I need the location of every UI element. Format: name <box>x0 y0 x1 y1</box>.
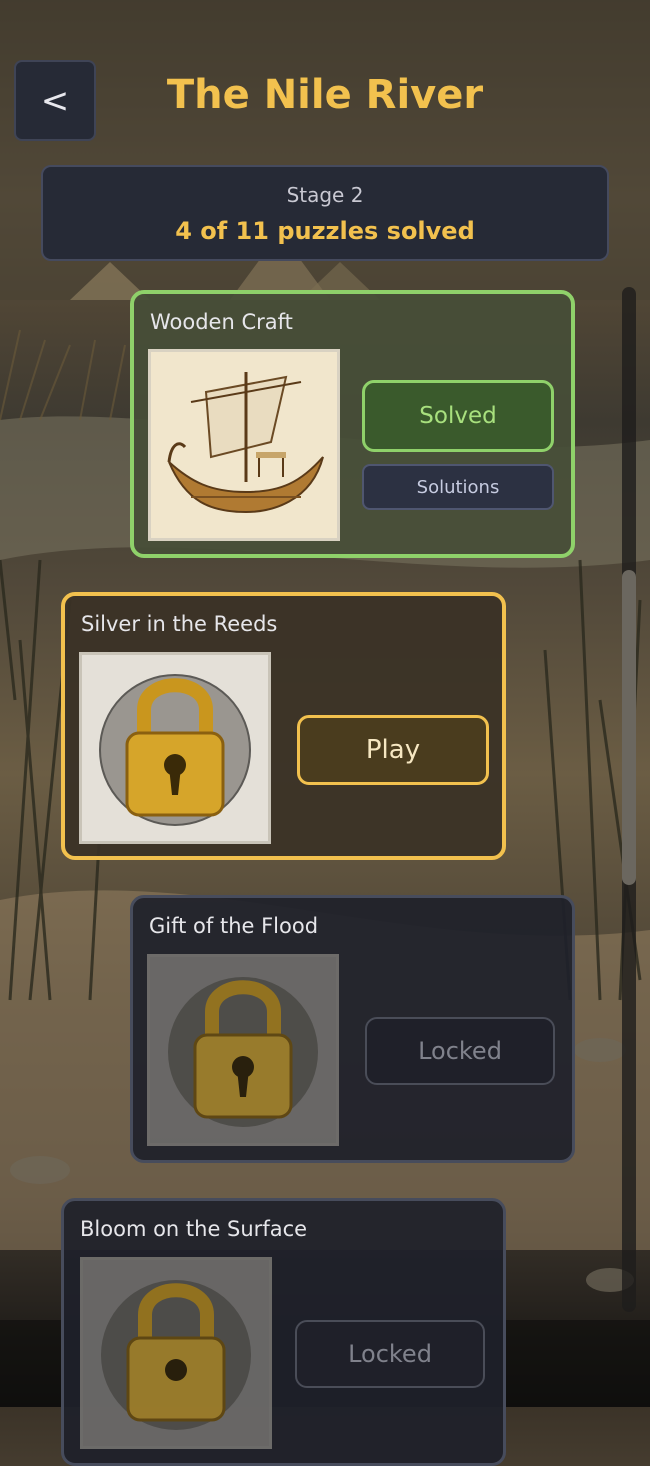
page-title: The Nile River <box>166 72 484 118</box>
puzzle-title: Wooden Craft <box>150 310 293 334</box>
solved-button[interactable]: Solved <box>362 380 554 452</box>
puzzle-title: Gift of the Flood <box>149 914 319 938</box>
back-icon: < <box>40 80 70 121</box>
padlock-image <box>80 1257 272 1449</box>
puzzle-title: Silver in the Reeds <box>81 612 278 636</box>
solved-label: Solved <box>419 403 497 429</box>
stage-progress-panel: Stage 2 4 of 11 puzzles solved <box>41 165 609 261</box>
play-label: Play <box>365 735 421 765</box>
stage-label: Stage 2 <box>286 183 364 207</box>
puzzle-card-silver-in-the-reeds: Silver in the Reeds Play <box>61 592 506 860</box>
locked-label: Locked <box>348 1340 432 1368</box>
locked-button[interactable]: Locked <box>295 1320 485 1388</box>
play-button[interactable]: Play <box>297 715 489 785</box>
puzzle-title: Bloom on the Surface <box>80 1217 308 1241</box>
scrollbar-thumb[interactable] <box>622 570 636 885</box>
padlock-image <box>79 652 271 844</box>
solutions-button[interactable]: Solutions <box>362 464 554 510</box>
boat-image <box>148 349 340 541</box>
back-button[interactable]: < <box>14 60 96 141</box>
padlock-image <box>147 954 339 1146</box>
locked-label: Locked <box>418 1037 502 1065</box>
solutions-label: Solutions <box>416 476 500 498</box>
stage-progress-text: 4 of 11 puzzles solved <box>175 217 475 245</box>
puzzle-card-bloom-on-the-surface: Bloom on the Surface Locked <box>61 1198 506 1466</box>
puzzle-card-gift-of-the-flood: Gift of the Flood Locked <box>130 895 575 1163</box>
puzzle-card-wooden-craft: Wooden Craft Solved Solutions <box>130 290 575 558</box>
locked-button[interactable]: Locked <box>365 1017 555 1085</box>
